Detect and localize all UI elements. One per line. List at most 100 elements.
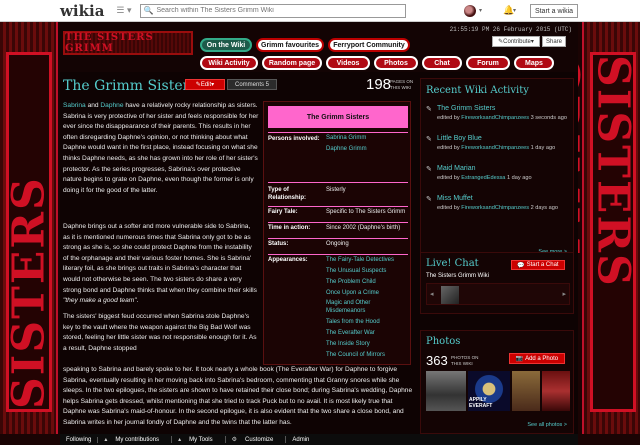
- search-input[interactable]: [156, 7, 397, 14]
- infobox-sabrina-link[interactable]: Sabrina Grimm: [326, 133, 367, 144]
- daphne-link[interactable]: Daphne: [100, 102, 123, 109]
- p2-text-a: Daphne brings out a softer and more vuln…: [63, 223, 257, 294]
- left-background-banner: THE SISTERS GRIMM: [0, 22, 106, 434]
- infobox-daphne-link[interactable]: Daphne Grimm: [326, 144, 367, 155]
- nav-wiki-activity[interactable]: Wiki Activity: [200, 56, 258, 70]
- page-title: The Grimm Sisters: [63, 78, 197, 94]
- carousel-left-arrow-icon[interactable]: ◂: [430, 290, 434, 298]
- chat-bubble-icon: 💬: [517, 262, 525, 269]
- activity-item: ✎ Maid Marian edited by EstrangedEdessa …: [426, 165, 570, 193]
- gear-icon: ⚙: [231, 437, 238, 443]
- nav-random-page[interactable]: Random page: [262, 56, 322, 70]
- infobox-time-row: Time in action: Since 2002 (Daphne's bir…: [268, 222, 408, 236]
- photos-module: Photos 363 PHOTOS ON THIS WIKI 📷 Add a P…: [420, 330, 574, 434]
- nav-forum[interactable]: Forum: [466, 56, 510, 70]
- activity-user-link[interactable]: FireworksandChimpanzees: [461, 145, 529, 151]
- photos-count-label: PHOTOS ON THIS WIKI: [451, 355, 479, 366]
- appearance-link[interactable]: Once Upon a Crime: [326, 288, 408, 299]
- photos-count: 363: [426, 353, 448, 368]
- infobox-appearances-list: The Fairy-Tale Detectives The Unusual Su…: [326, 255, 408, 361]
- activity-time: 1 day ago: [507, 175, 532, 181]
- start-a-wikia-button[interactable]: Start a wikia: [530, 4, 578, 18]
- start-chat-label: Start a Chat: [526, 262, 559, 268]
- photo-thumbnail[interactable]: APPILY EVERAFT: [468, 371, 510, 411]
- wiki-page: THE SISTERS GRIMM 21:55:19 PM 26 Februar…: [60, 22, 578, 434]
- wiki-wordmark[interactable]: THE SISTERS GRIMM: [63, 31, 193, 55]
- sabrina-link[interactable]: Sabrina: [63, 102, 86, 109]
- my-tools-label: My Tools: [189, 437, 213, 443]
- carousel-right-arrow-icon[interactable]: ▸: [562, 290, 566, 298]
- photo-thumbnail[interactable]: [542, 371, 570, 411]
- comments-button[interactable]: Comments 5: [227, 79, 277, 90]
- admin-link[interactable]: Admin: [286, 437, 315, 443]
- user-avatar[interactable]: [464, 5, 476, 17]
- appearance-link[interactable]: Magic and Other Misdemeanors: [326, 299, 408, 315]
- wikia-logo[interactable]: wikia: [60, 2, 104, 20]
- contribute-button[interactable]: ✎ Contribute ▾: [492, 36, 540, 47]
- activity-user-link[interactable]: EstrangedEdessa: [461, 175, 505, 181]
- notifications-chevron-icon[interactable]: ▾: [513, 7, 516, 14]
- activity-item: ✎ The Grimm Sisters edited by Fireworksa…: [426, 105, 570, 133]
- activity-user-link[interactable]: FireworksandChimpanzees: [461, 205, 529, 211]
- start-chat-button[interactable]: 💬 Start a Chat: [511, 260, 565, 270]
- chat-module: Live! Chat 💬 Start a Chat The Sisters Gr…: [420, 252, 574, 314]
- infobox-persons-label: Persons involved:: [268, 136, 320, 142]
- nav-on-the-wiki[interactable]: On the Wiki: [200, 38, 252, 52]
- add-photo-label: Add a Photo: [525, 355, 559, 362]
- chat-user-avatar[interactable]: [441, 286, 459, 304]
- nav-photos[interactable]: Photos: [374, 56, 418, 70]
- activity-page-link[interactable]: The Grimm Sisters: [437, 105, 495, 112]
- activity-time: 3 seconds ago: [530, 115, 567, 121]
- search-icon[interactable]: 🔍: [141, 6, 157, 15]
- global-navigation: wikia ☰ ▾ 🔍 ▾ 🔔 ▾ Start a wikia: [0, 0, 640, 22]
- see-all-photos-link[interactable]: See all photos >: [527, 422, 567, 428]
- wiki-header: THE SISTERS GRIMM 21:55:19 PM 26 Februar…: [60, 22, 578, 72]
- user-menu-chevron-icon[interactable]: ▾: [479, 7, 482, 14]
- comments-count: 5: [265, 81, 270, 88]
- p2-quote: "they make a good team": [63, 297, 137, 305]
- infobox-fairy-row: Fairy Tale: Specific to The Sisters Grim…: [268, 206, 408, 220]
- pencil-icon: ✎: [426, 196, 432, 203]
- nav-videos[interactable]: Videos: [326, 56, 370, 70]
- activity-time: 1 day ago: [530, 145, 556, 151]
- comments-label: Comments: [234, 81, 264, 88]
- appearance-link[interactable]: The Everafter War: [326, 328, 408, 339]
- add-photo-button[interactable]: 📷 Add a Photo: [509, 353, 565, 364]
- infobox-title: The Grimm Sisters: [268, 106, 408, 128]
- search-box: 🔍: [139, 3, 406, 18]
- activity-meta: edited by FireworksandChimpanzees 2 days…: [437, 204, 567, 212]
- appearance-link[interactable]: The Problem Child: [326, 277, 408, 288]
- appearance-link[interactable]: The Unusual Suspects: [326, 266, 408, 277]
- photo-thumbnail[interactable]: [426, 371, 466, 411]
- edit-button[interactable]: ✎ Edit ▾: [185, 79, 225, 90]
- activity-page-link[interactable]: Little Boy Blue: [437, 135, 482, 142]
- customize-link[interactable]: ⚙ Customize: [226, 436, 287, 443]
- appearance-link[interactable]: Tales from the Hood: [326, 317, 408, 328]
- contribute-label: Contribute: [503, 38, 531, 45]
- appearance-link[interactable]: The Inside Story: [326, 339, 408, 350]
- nav-maps[interactable]: Maps: [514, 56, 554, 70]
- infobox-fairy-label: Fairy Tale:: [268, 209, 298, 215]
- nav-ferryport-community[interactable]: Ferryport Community: [328, 38, 410, 52]
- activity-meta: edited by FireworksandChimpanzees 1 day …: [437, 144, 567, 152]
- photo-thumbnail[interactable]: [512, 371, 540, 411]
- activity-page-link[interactable]: Maid Marian: [437, 165, 476, 172]
- activity-time: 2 days ago: [530, 205, 558, 211]
- recent-activity-title: Recent Wiki Activity: [426, 85, 529, 96]
- activity-page-link[interactable]: Miss Muffet: [437, 195, 473, 202]
- my-contributions-link[interactable]: ▴ My contributions: [98, 436, 173, 443]
- share-button[interactable]: Share: [542, 36, 566, 47]
- activity-item: ✎ Little Boy Blue edited by Fireworksand…: [426, 135, 570, 163]
- infobox-persons-value: Sabrina Grimm Daphne Grimm: [326, 133, 367, 155]
- nav-grimm-favourites[interactable]: Grimm favourites: [256, 38, 324, 52]
- appearance-link[interactable]: The Council of Mirrors: [326, 350, 408, 361]
- hamburger-menu-icon[interactable]: ☰ ▾: [116, 5, 131, 16]
- recent-activity-module: Recent Wiki Activity ✎ The Grimm Sisters…: [420, 78, 574, 262]
- appearance-link[interactable]: The Fairy-Tale Detectives: [326, 255, 408, 266]
- activity-user-link[interactable]: FireworksandChimpanzees: [461, 115, 529, 121]
- edited-by-label: edited by: [437, 145, 460, 151]
- following-link[interactable]: Following: [60, 436, 99, 443]
- p1-text-a: and: [85, 102, 101, 109]
- nav-chat[interactable]: Chat: [422, 56, 462, 70]
- my-tools-link[interactable]: ▴ My Tools: [172, 436, 226, 443]
